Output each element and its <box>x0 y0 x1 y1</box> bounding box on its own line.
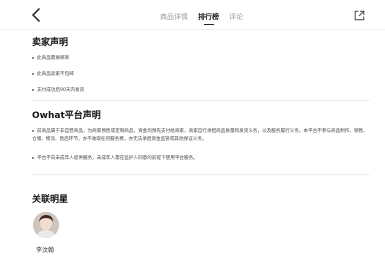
tab-ranking[interactable]: 排行榜 <box>198 12 219 22</box>
product-detail-page: 商品详情 排行榜 评论 卖家声明 此商品需要邮寄 此商品卖家不包邮 支付成功后9… <box>0 0 385 264</box>
platform-statement-item: 前商品属于非自营商品，为商家预售或定制商品，资金均预先支付给商家，商家自行承担商… <box>32 128 370 144</box>
tab-product-details[interactable]: 商品详情 <box>160 12 188 22</box>
platform-statement-title: Owhat平台声明 <box>32 111 101 121</box>
top-nav-bar: 商品详情 排行榜 评论 <box>0 0 385 30</box>
detail-tabs: 商品详情 排行榜 评论 <box>160 10 253 24</box>
star-name[interactable]: 李汶翰 <box>36 245 54 254</box>
back-chevron-icon[interactable] <box>30 8 42 22</box>
star-avatar[interactable] <box>33 212 59 238</box>
platform-statement-item: 平台不向未成年人提供服务，未成年人需在监护人同意的前提下使用平台服务。 <box>32 155 370 163</box>
seller-statement-item: 此商品需要邮寄 <box>32 55 69 63</box>
related-stars-title: 关联明星 <box>32 195 69 205</box>
share-icon[interactable] <box>354 10 365 21</box>
seller-statement-item: 此商品卖家不包邮 <box>32 71 74 79</box>
seller-statement-item: 支付成功后90天内发货 <box>32 87 84 95</box>
bullet-dot <box>32 156 34 159</box>
platform-statement-text: 平台不向未成年人提供服务，未成年人需在监护人同意的前提下使用平台服务。 <box>37 156 198 161</box>
tab-comments[interactable]: 评论 <box>229 12 243 22</box>
platform-statement-text: 前商品属于非自营商品，为商家预售或定制商品，资金均预先支付给商家，商家自行承担商… <box>32 129 368 142</box>
bullet-dot <box>32 129 34 132</box>
section-divider <box>32 174 370 175</box>
section-divider <box>32 100 370 101</box>
seller-statement-title: 卖家声明 <box>32 38 69 48</box>
avatar-portrait-icon <box>33 212 59 238</box>
